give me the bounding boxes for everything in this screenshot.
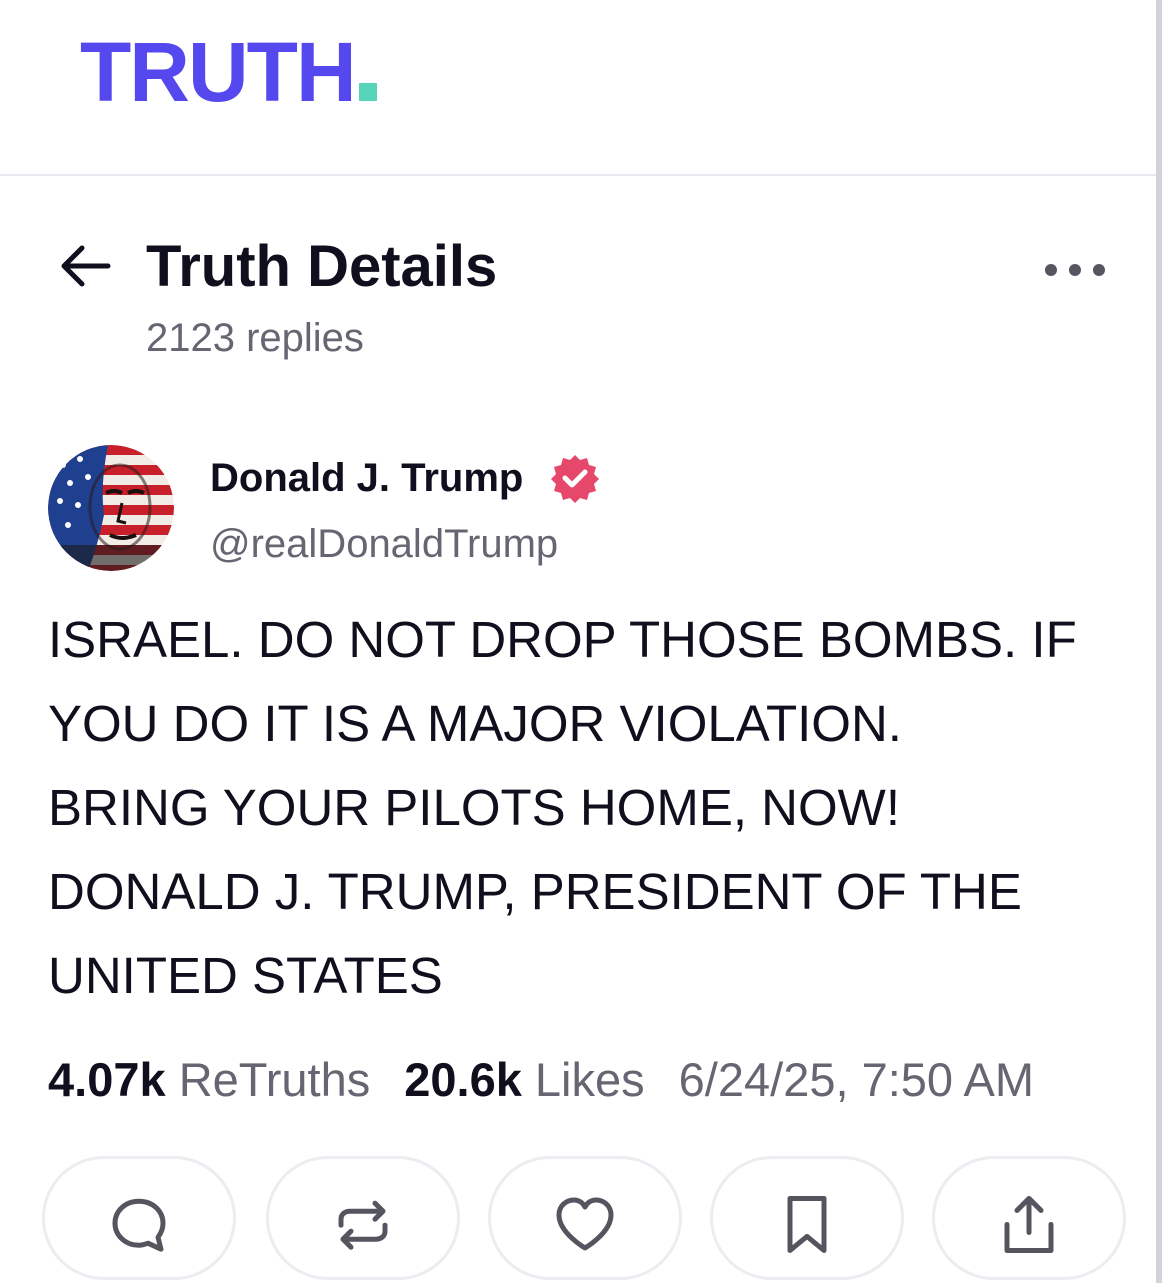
author-name[interactable]: Donald J. Trump [210,454,523,502]
more-horizontal-icon [1045,264,1105,276]
avatar-image [48,445,174,571]
reply-count: 2123 replies [146,316,364,360]
avatar[interactable] [48,445,174,571]
likes-count: 20.6k [404,1053,522,1106]
retruths-count: 4.07k [48,1053,166,1106]
logo-dot [358,83,377,101]
likes-stat[interactable]: 20.6k Likes [404,1053,644,1106]
bookmark-icon [787,1195,827,1253]
share-button[interactable] [932,1156,1126,1280]
like-icon [556,1197,614,1251]
app-header: TRUTH [0,0,1156,176]
retruths-label: ReTruths [178,1053,371,1106]
retruth-button[interactable] [266,1156,460,1280]
share-icon [1004,1195,1054,1253]
page-title: Truth Details [146,234,498,299]
back-button[interactable] [54,240,114,292]
author-handle[interactable]: @realDonaldTrump [210,520,558,568]
retruth-icon [338,1200,388,1250]
truth-logo[interactable]: TRUTH [80,30,377,114]
verified-badge-icon [551,455,599,503]
retruths-stat[interactable]: 4.07k ReTruths [48,1053,370,1106]
arrow-left-icon [61,245,111,287]
scrollbar[interactable] [1156,0,1162,1283]
post-text: ISRAEL. DO NOT DROP THOSE BOMBS. IF YOU … [48,611,1077,1004]
like-button[interactable] [488,1156,682,1280]
reply-button[interactable] [42,1156,236,1280]
action-bar [42,1156,1132,1283]
reply-icon [112,1198,166,1252]
post-timestamp: 6/24/25, 7:50 AM [678,1053,1035,1106]
post-stats: 4.07k ReTruths 20.6k Likes 6/24/25, 7:50 A… [48,1052,1148,1108]
likes-label: Likes [534,1053,645,1106]
logo-text: TRUTH [80,25,357,119]
bookmark-button[interactable] [710,1156,904,1280]
more-options-button[interactable] [1040,254,1110,286]
truth-details-screen: TRUTH Truth Details 2123 replies Donald … [0,0,1170,1283]
